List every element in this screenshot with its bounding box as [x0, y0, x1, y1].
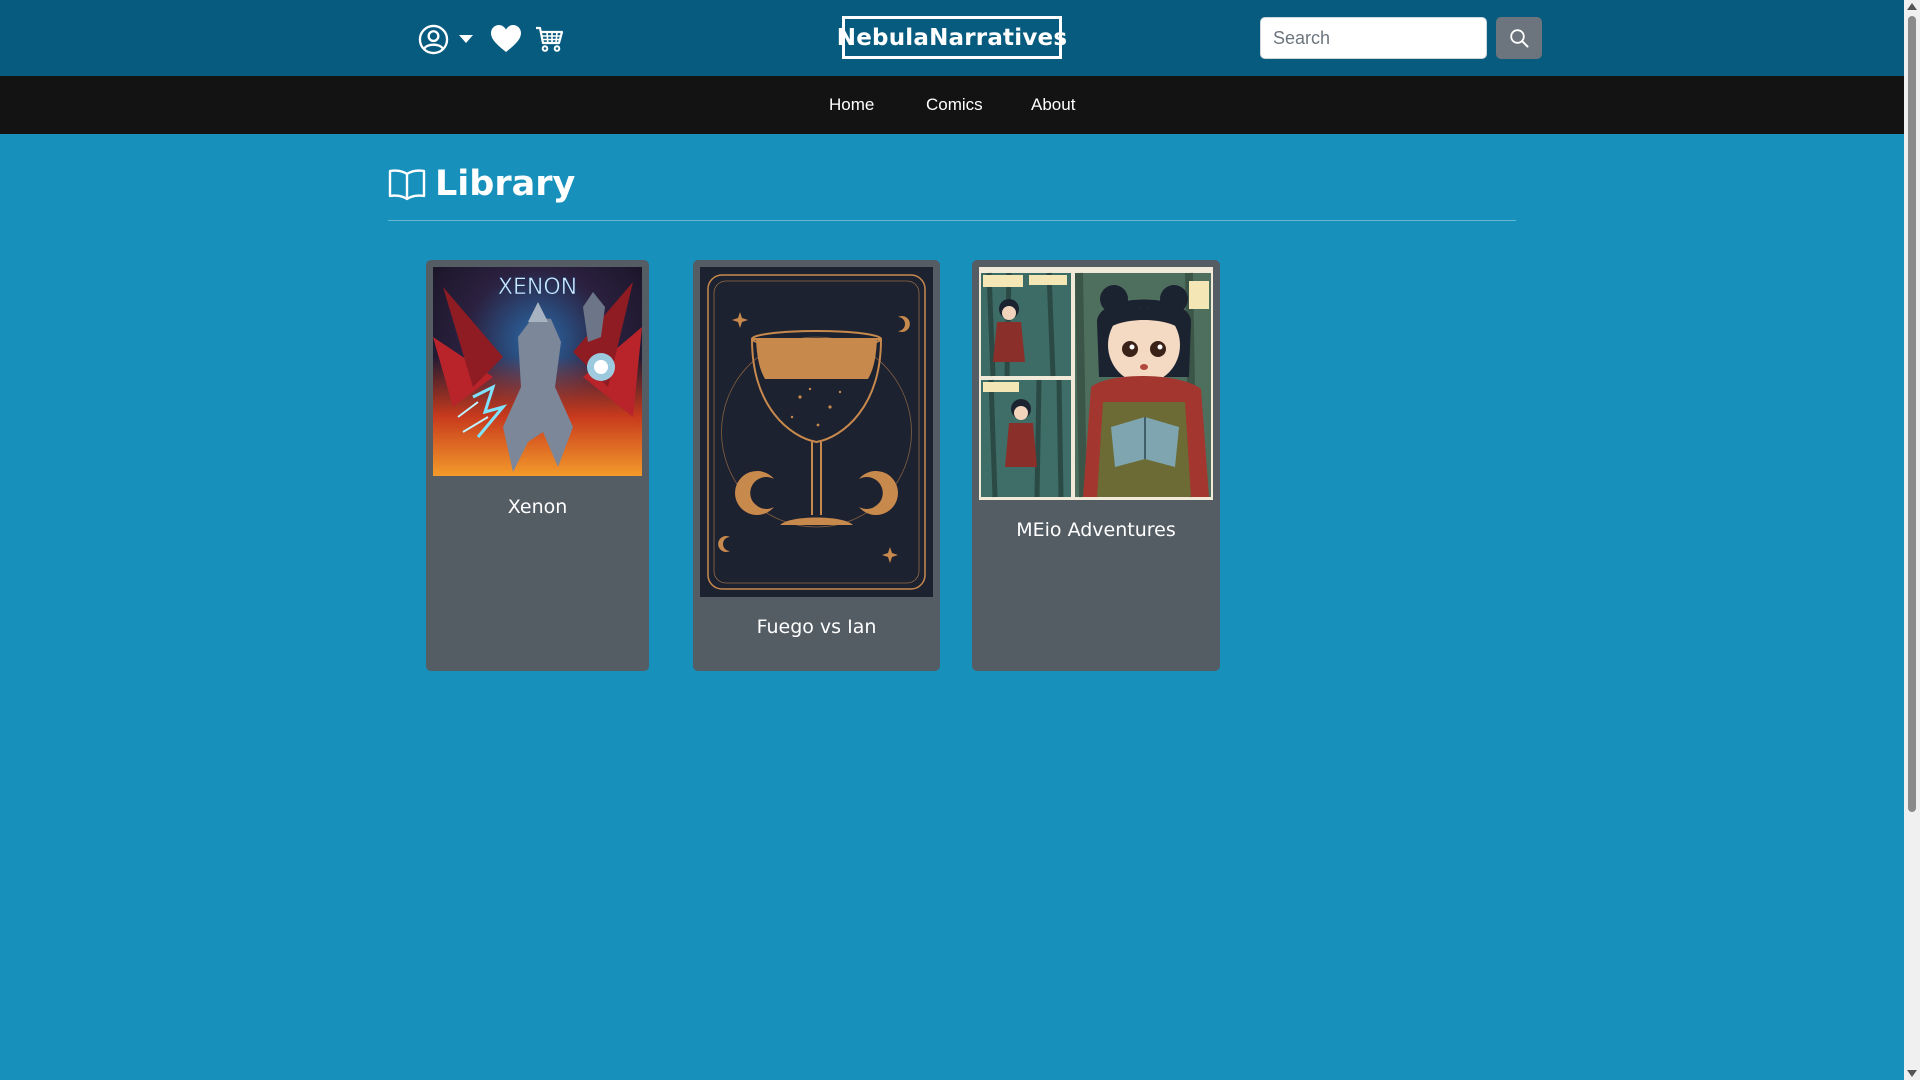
search-button[interactable] — [1496, 17, 1542, 59]
user-circle-icon[interactable] — [418, 24, 449, 55]
scroll-up-icon[interactable] — [1907, 3, 1917, 10]
cart-icon[interactable] — [534, 24, 564, 54]
search-icon — [1510, 29, 1529, 48]
cover-title-xenon: XENON — [498, 275, 577, 300]
nav-item-comics[interactable]: Comics — [926, 76, 983, 134]
comic-card-meio-adventures[interactable]: MEio Adventures — [972, 260, 1220, 671]
page-scrollbar[interactable] — [1904, 0, 1920, 1080]
comic-title: Fuego vs Ian — [756, 616, 877, 638]
comic-cover-meio-adventures — [979, 267, 1213, 500]
brand-logo[interactable]: NebulaNarratives — [837, 16, 1067, 59]
comic-cover-fuego-vs-ian — [700, 267, 933, 597]
library-heading: Library — [388, 160, 575, 208]
comic-title: MEio Adventures — [1016, 519, 1176, 541]
comic-card-fuego-vs-ian[interactable]: Fuego vs Ian — [693, 260, 940, 671]
comic-card-xenon[interactable]: XENON Xenon — [426, 260, 649, 671]
page-title: Library — [435, 164, 576, 204]
scroll-thumb[interactable] — [1908, 16, 1916, 812]
heart-icon[interactable] — [490, 24, 522, 54]
comic-cover-xenon: XENON — [433, 267, 642, 476]
scroll-down-icon[interactable] — [1907, 1070, 1917, 1077]
search-input[interactable] — [1260, 17, 1487, 59]
nav-item-home[interactable]: Home — [829, 76, 874, 134]
caret-down-icon[interactable] — [457, 30, 475, 48]
main-nav: Home Comics About — [0, 76, 1904, 134]
page: NebulaNarratives Home Comics About Libra… — [0, 0, 1904, 1080]
book-open-icon — [388, 167, 426, 201]
top-header: NebulaNarratives — [0, 0, 1904, 76]
divider — [388, 220, 1516, 221]
nav-item-about[interactable]: About — [1031, 76, 1075, 134]
header-icon-group — [418, 22, 564, 56]
comic-title: Xenon — [507, 496, 568, 518]
